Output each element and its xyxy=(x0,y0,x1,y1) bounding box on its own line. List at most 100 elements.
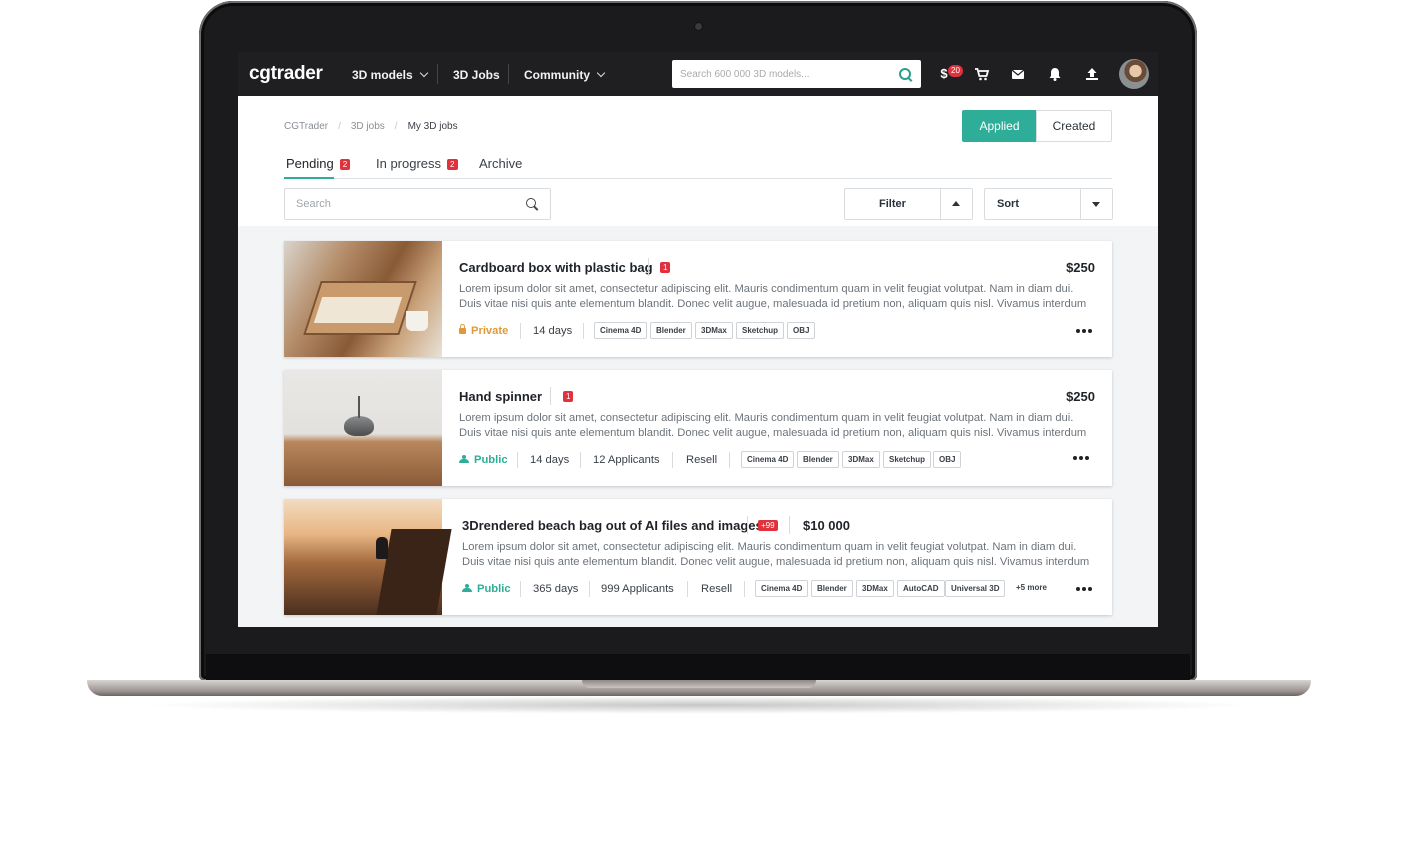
software-tag[interactable]: Sketchup xyxy=(736,322,785,339)
job-price: $250 xyxy=(1066,389,1095,404)
global-search-input[interactable] xyxy=(672,60,898,88)
software-tag[interactable]: OBJ xyxy=(933,451,962,468)
software-tag[interactable]: 3DMax xyxy=(842,451,880,468)
job-card[interactable]: Hand spinner 1 $250 Lorem ipsum dolor si… xyxy=(284,370,1112,486)
tab-archive[interactable]: Archive xyxy=(479,156,522,171)
job-title[interactable]: Hand spinner xyxy=(459,389,542,404)
job-duration: 365 days xyxy=(533,583,579,595)
applied-button[interactable]: Applied xyxy=(962,110,1037,142)
sort-dropdown[interactable]: Sort xyxy=(984,188,1113,220)
software-tag[interactable]: Cinema 4D xyxy=(594,322,648,339)
nav-3d-jobs[interactable]: 3D Jobs xyxy=(453,68,500,82)
cup-shape xyxy=(406,311,428,331)
job-description-line1: Lorem ipsum dolor sit amet, consectetur … xyxy=(459,412,1074,424)
job-title[interactable]: Cardboard box with plastic bag xyxy=(459,260,653,275)
tab-in-progress[interactable]: In progress 2 xyxy=(376,156,458,171)
search-icon[interactable] xyxy=(899,68,911,80)
role-toggle: Applied Created xyxy=(962,110,1112,142)
bell-icon[interactable] xyxy=(1047,66,1063,82)
software-tag[interactable]: Cinema 4D xyxy=(741,451,795,468)
filter-divider xyxy=(940,189,941,219)
filter-button[interactable]: Filter xyxy=(844,188,973,220)
nav-divider xyxy=(437,64,438,84)
mail-icon[interactable] xyxy=(1010,66,1026,82)
breadcrumb-current: My 3D jobs xyxy=(407,121,458,132)
software-tag[interactable]: Sketchup xyxy=(883,451,932,468)
more-tags-link[interactable]: +5 more xyxy=(1016,583,1047,592)
status-tabs: Pending 2 In progress 2 Archive xyxy=(284,148,1112,179)
search-icon[interactable] xyxy=(526,198,536,208)
more-options-icon[interactable] xyxy=(1076,587,1094,591)
job-thumbnail[interactable] xyxy=(284,370,442,486)
earnings-badge: 20 xyxy=(948,65,963,77)
caret-up-icon[interactable] xyxy=(952,201,960,206)
caret-down-icon[interactable] xyxy=(1092,202,1100,207)
job-badge: 1 xyxy=(660,262,671,273)
breadcrumb-item[interactable]: 3D jobs xyxy=(351,121,385,132)
visibility-label: Private xyxy=(471,325,509,337)
job-thumbnail[interactable] xyxy=(284,499,452,615)
job-duration: 14 days xyxy=(533,325,573,337)
job-card[interactable]: Cardboard box with plastic bag 1 $250 Lo… xyxy=(284,241,1112,357)
software-tag[interactable]: AutoCAD xyxy=(897,580,945,597)
job-resell: Resell xyxy=(701,583,733,595)
job-card[interactable]: 3Drendered beach bag out of AI files and… xyxy=(284,499,1112,615)
software-tag[interactable]: Blender xyxy=(797,451,839,468)
global-search xyxy=(672,60,921,88)
title-divider xyxy=(550,387,551,405)
job-price: $10 000 xyxy=(803,518,850,533)
sort-label: Sort xyxy=(997,198,1019,210)
job-title[interactable]: 3Drendered beach bag out of AI files and… xyxy=(462,518,763,533)
spinner-stem-shape xyxy=(358,396,360,418)
sort-divider xyxy=(1080,189,1081,219)
software-tag[interactable]: 3DMax xyxy=(695,322,733,339)
more-options-icon[interactable] xyxy=(1076,329,1094,333)
tab-in-progress-badge: 2 xyxy=(447,159,458,170)
jobs-search-input[interactable] xyxy=(285,189,527,219)
software-tag[interactable]: OBJ xyxy=(787,322,816,339)
top-nav: cgtrader 3D models 3D Jobs Community $ 2… xyxy=(238,52,1158,96)
cart-icon[interactable] xyxy=(974,66,990,82)
software-tag[interactable]: Blender xyxy=(811,580,853,597)
webcam xyxy=(695,23,702,30)
dollar-glyph: $ xyxy=(940,66,948,81)
software-tag[interactable]: Universal 3D xyxy=(945,580,1006,597)
job-description-line2: Duis vitae nisi quis ante elementum blan… xyxy=(459,298,1087,310)
nav-community-label: Community xyxy=(524,68,590,82)
breadcrumb-item[interactable]: CGTrader xyxy=(284,121,328,132)
person-shape xyxy=(376,537,388,559)
meta-divider xyxy=(583,323,584,339)
chevron-down-icon xyxy=(596,68,606,78)
job-description-line2: Duis vitae nisi quis ante elementum blan… xyxy=(459,427,1087,439)
tab-pending-label: Pending xyxy=(286,156,334,171)
job-resell: Resell xyxy=(686,454,718,466)
upload-icon[interactable] xyxy=(1084,66,1100,82)
jobs-search xyxy=(284,188,551,220)
meta-divider xyxy=(687,581,688,597)
more-options-icon[interactable] xyxy=(1073,456,1091,460)
nav-community[interactable]: Community xyxy=(524,68,606,82)
tab-in-progress-label: In progress xyxy=(376,156,442,171)
created-button[interactable]: Created xyxy=(1036,110,1112,142)
software-tag[interactable]: Blender xyxy=(650,322,692,339)
job-thumbnail[interactable] xyxy=(284,241,442,357)
logo[interactable]: cgtrader xyxy=(249,63,323,85)
job-applicants: 999 Applicants xyxy=(601,583,674,595)
software-tag[interactable]: Cinema 4D xyxy=(755,580,809,597)
nav-3d-models[interactable]: 3D models xyxy=(352,68,428,82)
avatar[interactable] xyxy=(1119,59,1149,89)
tab-pending-badge: 2 xyxy=(339,159,351,170)
laptop-shadow xyxy=(140,696,1260,714)
breadcrumb: CGTrader / 3D jobs / My 3D jobs xyxy=(284,121,468,132)
users-icon xyxy=(462,584,473,592)
tab-pending[interactable]: Pending 2 xyxy=(286,156,351,171)
visibility-label: Public xyxy=(477,583,511,595)
lock-icon xyxy=(459,324,466,334)
chevron-down-icon xyxy=(419,68,428,78)
visibility-private: Private xyxy=(459,324,509,337)
meta-divider xyxy=(517,452,518,468)
filter-label: Filter xyxy=(879,198,906,210)
box-contents-shape xyxy=(313,297,403,323)
screen: cgtrader 3D models 3D Jobs Community $ 2… xyxy=(238,52,1158,627)
software-tag[interactable]: 3DMax xyxy=(856,580,894,597)
